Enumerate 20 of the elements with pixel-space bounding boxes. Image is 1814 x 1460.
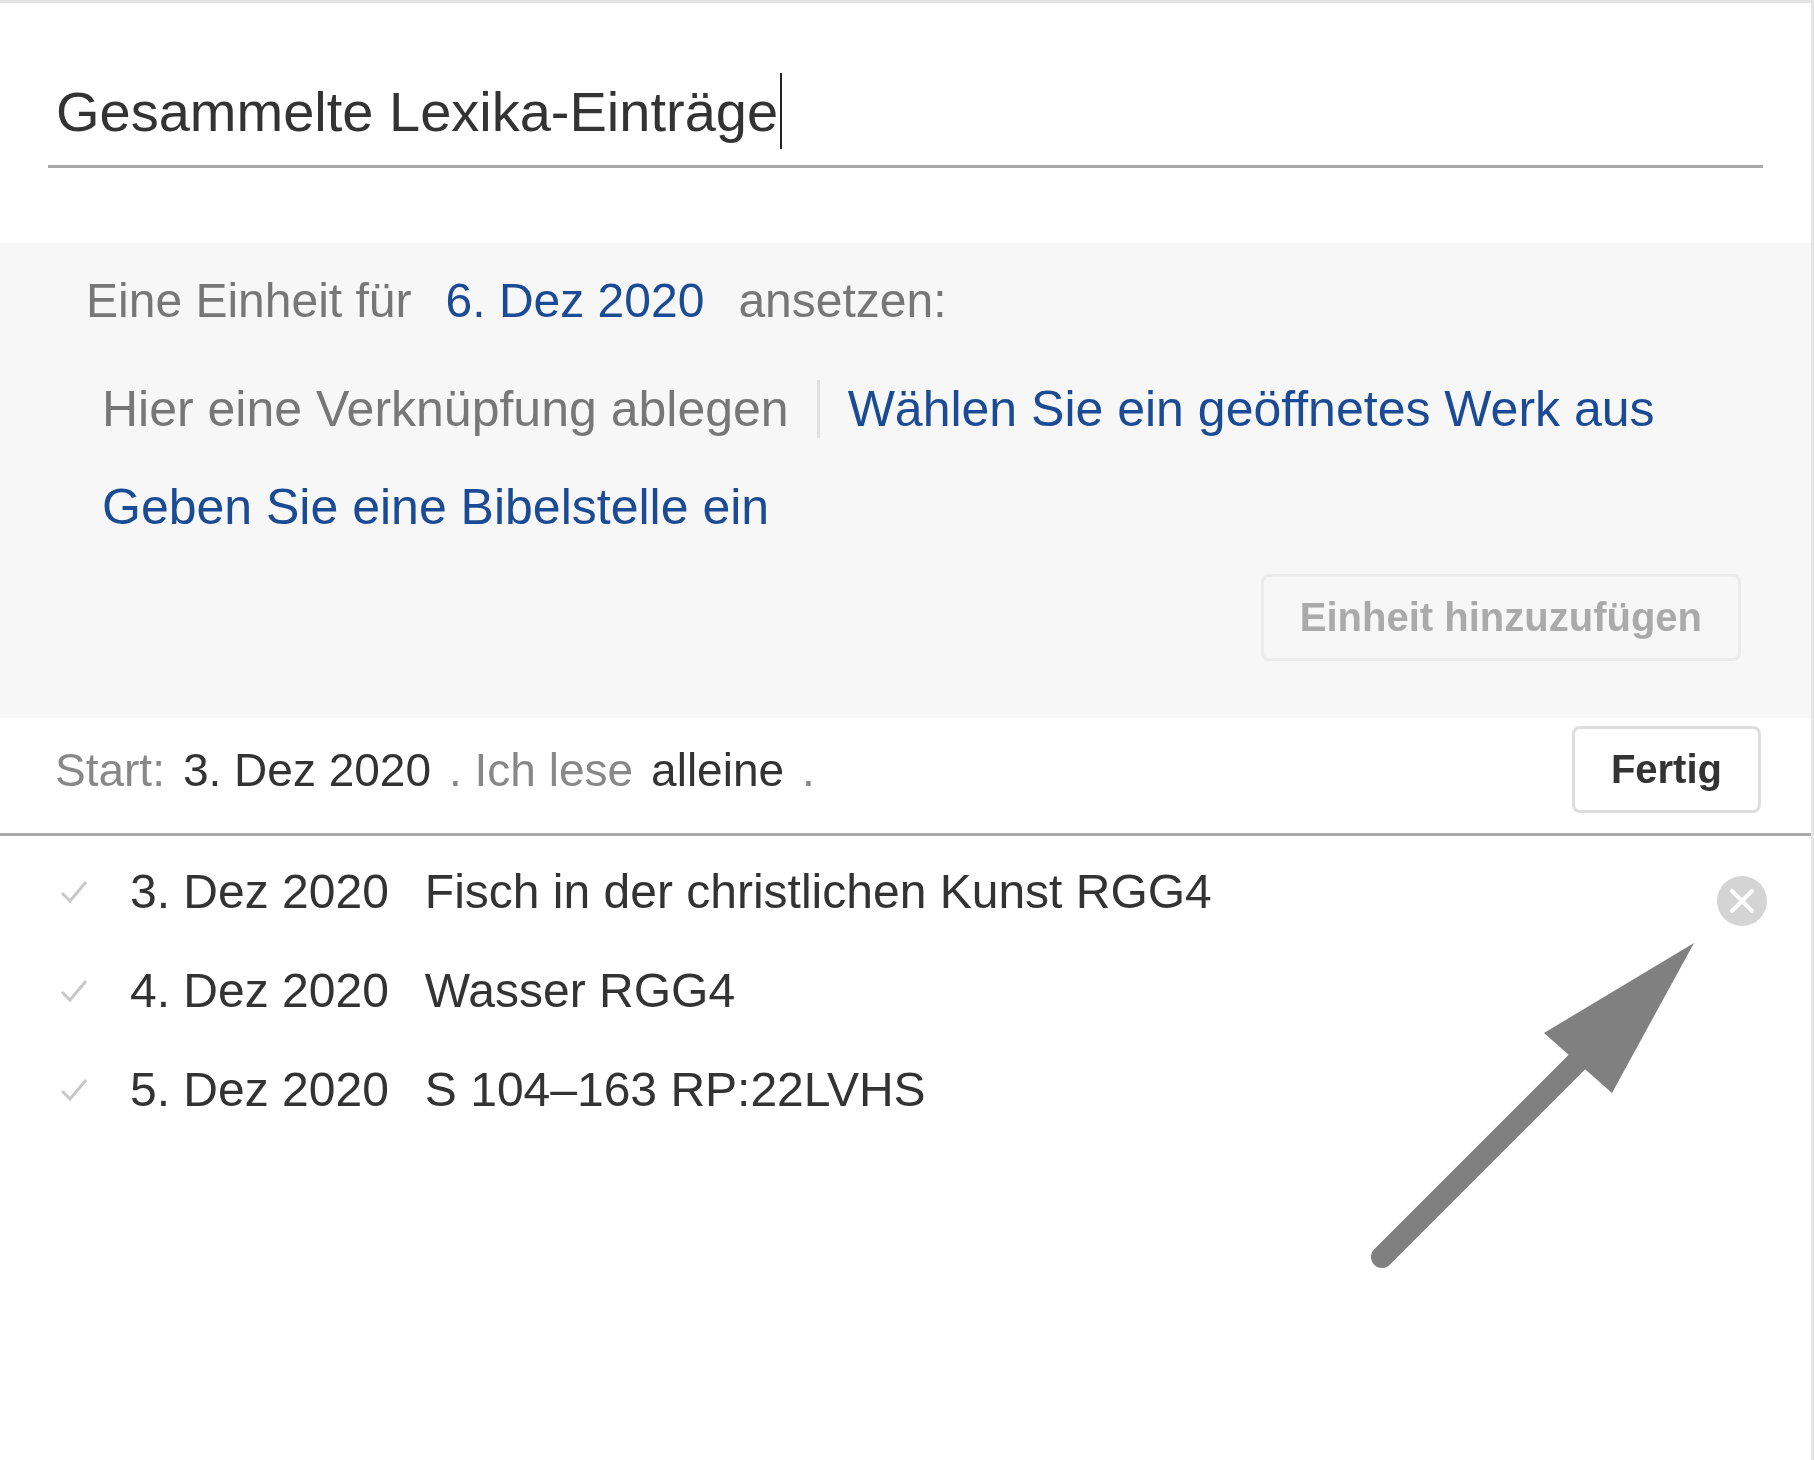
entry-date: 5. Dez 2020	[130, 1062, 389, 1117]
reader-value[interactable]: alleine	[651, 742, 785, 797]
close-icon[interactable]	[1716, 875, 1768, 927]
done-button[interactable]: Fertig	[1571, 726, 1761, 813]
sentence-end: .	[802, 742, 815, 797]
drop-hint: Hier eine Verknüpfung ablegen	[102, 380, 820, 438]
source-link[interactable]: Geben Sie eine Bibelstelle ein	[102, 478, 798, 536]
entry-date: 4. Dez 2020	[130, 963, 389, 1018]
prompt-label: Eine Einheit für	[86, 273, 412, 328]
entry-title[interactable]: S 104–163 RP:22LVHS	[424, 1062, 926, 1117]
reader-label: . Ich lese	[449, 742, 634, 797]
title-field[interactable]: Gesammelte Lexika-Einträge	[48, 73, 1763, 168]
prompt-label: ansetzen:	[738, 273, 947, 328]
entry-title[interactable]: Fisch in der christlichen Kunst RGG4	[424, 864, 1212, 919]
date-link[interactable]: 6. Dez 2020	[445, 273, 705, 328]
start-label: Start:	[55, 742, 165, 797]
entry-title[interactable]: Wasser RGG4	[424, 963, 736, 1018]
entry-date: 3. Dez 2020	[130, 864, 389, 919]
start-date[interactable]: 3. Dez 2020	[182, 742, 431, 797]
source-link[interactable]: Wählen Sie ein geöffnetes Werk aus	[847, 380, 1683, 438]
